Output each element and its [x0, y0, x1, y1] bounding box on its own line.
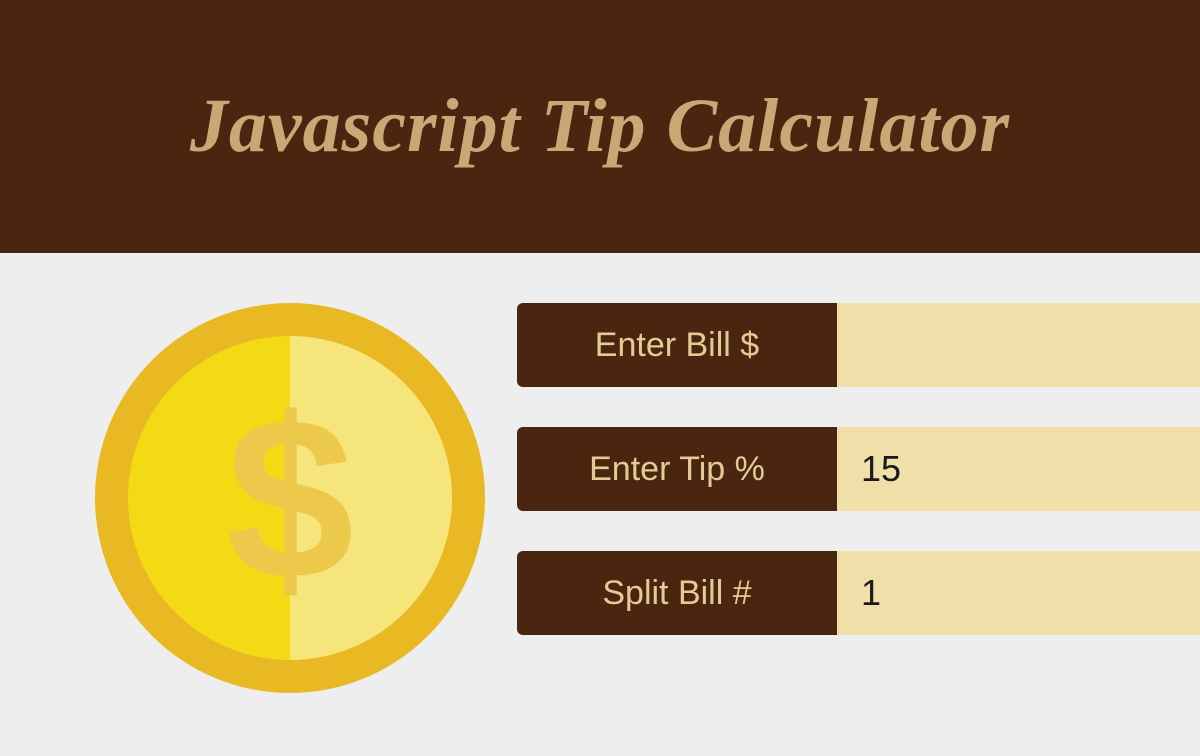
split-input[interactable] [837, 551, 1200, 635]
bill-field-row: Enter Bill $ [517, 303, 1200, 387]
split-label: Split Bill # [517, 551, 837, 635]
header: Javascript Tip Calculator [0, 0, 1200, 253]
form-area: Enter Bill $ Enter Tip % Split Bill # [517, 303, 1200, 635]
coin-wrapper: $ [0, 303, 485, 693]
tip-label: Enter Tip % [517, 427, 837, 511]
bill-label: Enter Bill $ [517, 303, 837, 387]
svg-text:$: $ [226, 370, 354, 627]
split-field-row: Split Bill # [517, 551, 1200, 635]
main-content: $ Enter Bill $ Enter Tip % Split Bill # [0, 253, 1200, 693]
dollar-coin-icon: $ [95, 303, 485, 693]
tip-input[interactable] [837, 427, 1200, 511]
page-title: Javascript Tip Calculator [190, 83, 1010, 170]
tip-field-row: Enter Tip % [517, 427, 1200, 511]
bill-input[interactable] [837, 303, 1200, 387]
